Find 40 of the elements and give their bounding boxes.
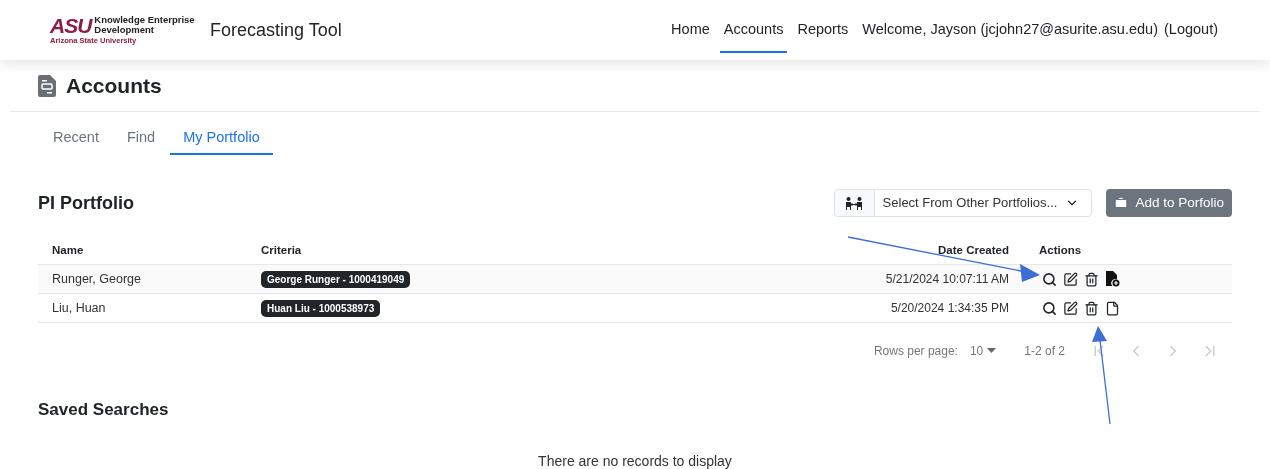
name-cell-text: Runger, George [51, 270, 142, 288]
nav-link[interactable]: Reports [793, 9, 853, 53]
date-cell-text: 5/20/2024 1:34:35 PM [889, 300, 1009, 317]
tab[interactable]: Find [113, 123, 169, 155]
section-title: PI Portfolio [38, 191, 134, 215]
criteria-chip: Huan Liu - 1000538973 [261, 299, 381, 317]
document-icon [38, 74, 56, 97]
name-cell-text: Liu, Huan [51, 299, 107, 317]
trash-icon[interactable] [1084, 300, 1099, 316]
caret-down-icon [987, 348, 997, 353]
document-icon[interactable] [1105, 300, 1120, 316]
nav-link[interactable]: Accounts [719, 9, 788, 53]
criteria-chip: George Runger - 1000419049 [261, 270, 411, 288]
logout-link[interactable]: (Logout) [1164, 19, 1218, 41]
column-header: Date Created [937, 243, 1009, 259]
rows-per-page-label: Rows per page: [873, 342, 958, 360]
date-cell-text: 5/21/2024 10:07:11 AM [884, 271, 1009, 288]
search-icon[interactable] [1042, 271, 1057, 287]
rows-per-page-select[interactable]: 10 [969, 341, 997, 360]
app-title: Forecasting Tool [210, 18, 342, 42]
search-icon[interactable] [1042, 300, 1057, 316]
edit-icon[interactable] [1063, 300, 1078, 316]
nav-link[interactable]: Home [667, 9, 714, 53]
briefcase-icon [1114, 196, 1129, 210]
edit-icon[interactable] [1063, 271, 1078, 287]
trash-icon[interactable] [1084, 271, 1099, 287]
add-to-portfolio-button[interactable]: Add to Porfolio [1106, 189, 1232, 217]
section-title: Saved Searches [38, 399, 170, 421]
welcome-text: Welcome, Jayson (jcjohn27@asurite.asu.edu) [862, 20, 1158, 40]
people-icon [845, 196, 864, 210]
portfolio-select[interactable]: Select From Other Portfolios... [833, 189, 1093, 217]
tab[interactable]: Recent [40, 123, 112, 155]
page-title: Accounts [66, 72, 162, 99]
tab[interactable]: My Portfolio [170, 123, 273, 155]
column-header: Name [51, 243, 85, 259]
column-header: Criteria [261, 243, 303, 259]
document-plus-icon[interactable] [1105, 271, 1120, 287]
empty-message: There are no records to display [537, 451, 733, 469]
column-header: Actions [1038, 243, 1082, 259]
page-range: 1-2 of 2 [1024, 342, 1065, 360]
